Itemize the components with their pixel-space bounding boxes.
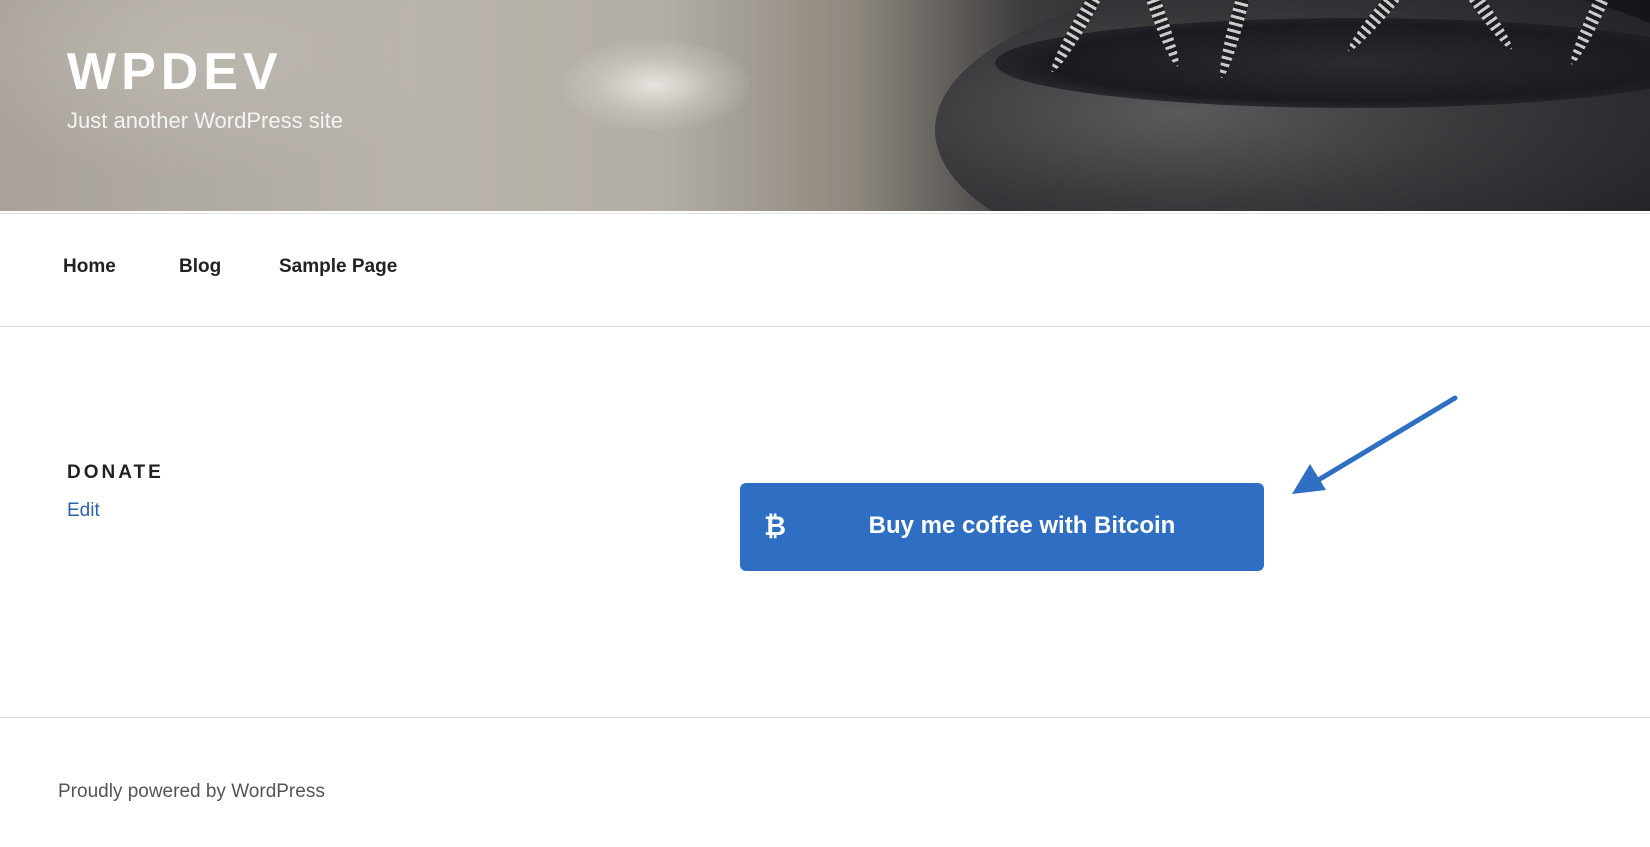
nav-item-blog[interactable]: Blog bbox=[179, 256, 221, 278]
footer-divider bbox=[0, 717, 1650, 718]
footer-credit-link[interactable]: Proudly powered by WordPress bbox=[58, 781, 325, 803]
bitcoin-icon: ₿ bbox=[763, 511, 786, 541]
site-title[interactable]: WPDEV bbox=[67, 42, 283, 102]
main-navigation: Home Blog Sample Page bbox=[0, 213, 1650, 327]
nav-item-home[interactable]: Home bbox=[63, 256, 116, 278]
bitcoin-button-label: Buy me coffee with Bitcoin bbox=[868, 512, 1176, 539]
bitcoin-donate-button[interactable]: ₿ Buy me coffee with Bitcoin bbox=[740, 483, 1264, 571]
site-description: Just another WordPress site bbox=[67, 108, 343, 133]
widget-title-donate: DONATE bbox=[67, 462, 164, 483]
arrow-pointer-icon bbox=[1292, 395, 1458, 494]
header-banner: WPDEV Just another WordPress site bbox=[0, 0, 1650, 211]
nav-item-sample-page[interactable]: Sample Page bbox=[279, 256, 397, 278]
banner-highlight bbox=[560, 40, 750, 130]
edit-link[interactable]: Edit bbox=[67, 500, 100, 522]
